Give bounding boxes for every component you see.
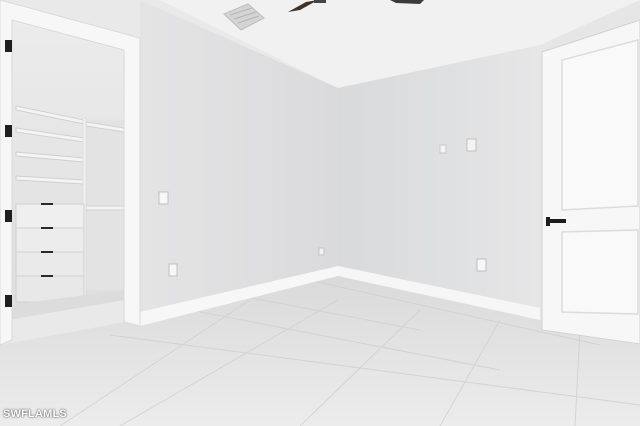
closet: [8, 14, 125, 320]
watermark: SWFLAMLS: [3, 408, 67, 420]
wall-outlet-right: [476, 258, 487, 272]
door-upper-panel: [561, 39, 639, 211]
thermostat-plate: [439, 144, 447, 154]
wall-switch-right: [466, 138, 477, 152]
door-lower-panel: [561, 229, 639, 315]
wall-outlet-left: [168, 263, 178, 277]
bedroom-photo: [0, 0, 640, 426]
bedroom-door: [541, 19, 640, 345]
light-switch: [158, 191, 169, 205]
wall-outlet-small: [318, 247, 325, 256]
